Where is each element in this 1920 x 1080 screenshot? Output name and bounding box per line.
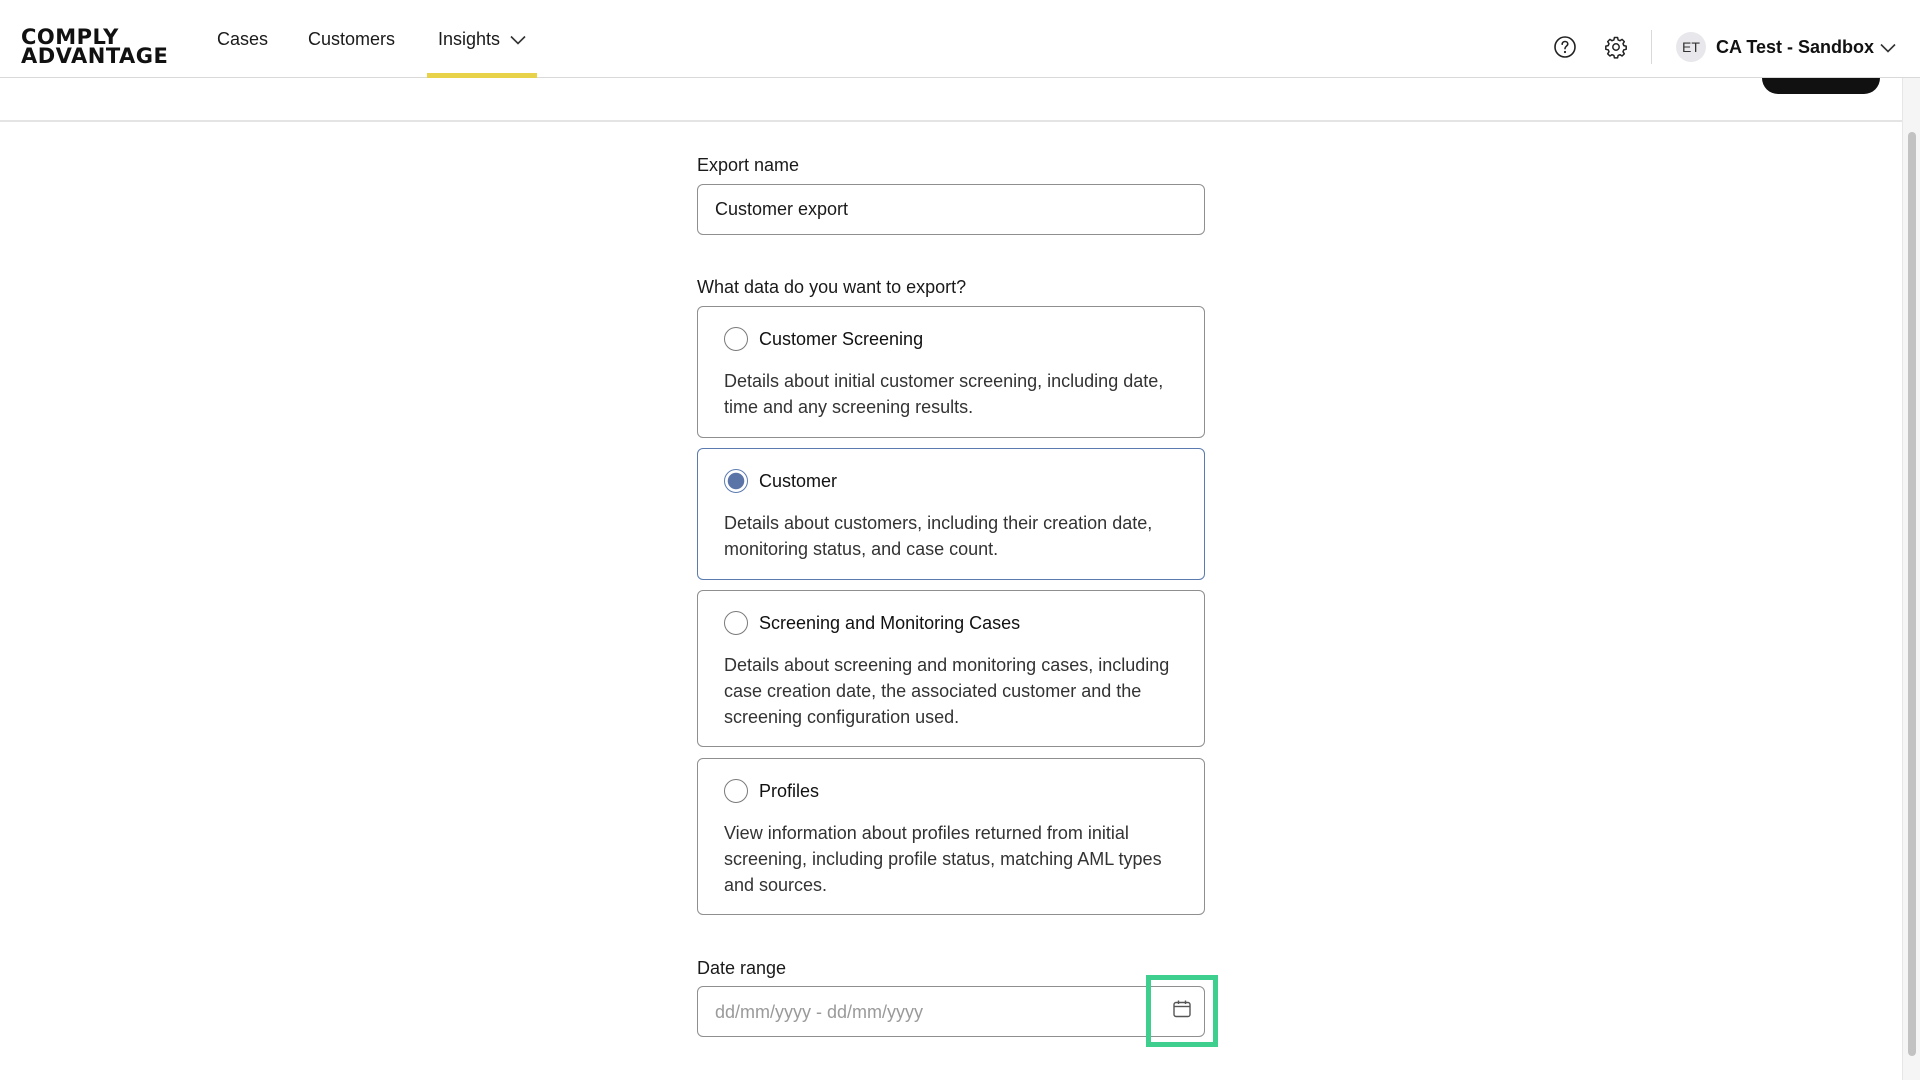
data-type-question: What data do you want to export?	[697, 277, 967, 297]
page-scrollbar[interactable]	[1902, 78, 1920, 1080]
scrollbar-thumb[interactable]	[1908, 132, 1916, 1056]
option-description: Details about initial customer screening…	[724, 371, 1164, 417]
nav-cases[interactable]: Cases	[217, 0, 268, 78]
chevron-down-icon	[510, 29, 526, 50]
date-range-input[interactable]: dd/mm/yyyy - dd/mm/yyyy	[697, 975, 1218, 1047]
active-tab-indicator	[427, 73, 537, 78]
date-range-label: Date range	[697, 958, 787, 978]
date-picker-button[interactable]	[1146, 975, 1218, 1047]
export-name-value: Customer export	[715, 199, 849, 219]
nav-customers[interactable]: Customers	[308, 0, 395, 78]
export-name-label: Export name	[697, 155, 800, 175]
option-title: Profiles	[759, 781, 820, 801]
nav-insights-label: Insights	[438, 28, 501, 49]
option-profiles[interactable]: Profiles View information about profiles…	[697, 758, 1205, 915]
comply-advantage-logo[interactable]: COMPLY ADVANTAGE	[21, 27, 169, 68]
calendar-icon	[1171, 998, 1193, 1025]
header-divider	[1651, 30, 1652, 64]
radio-profiles[interactable]	[724, 779, 748, 803]
option-description: View information about profiles returned…	[724, 823, 1162, 895]
radio-customer-screening[interactable]	[724, 327, 748, 351]
avatar[interactable]: ET	[1676, 32, 1706, 62]
date-range-placeholder: dd/mm/yyyy - dd/mm/yyyy	[715, 1002, 924, 1022]
nav-cases-label: Cases	[217, 28, 269, 49]
logo-line-2: ADVANTAGE	[21, 44, 169, 68]
option-screening-monitoring-cases[interactable]: Screening and Monitoring Cases Details a…	[697, 590, 1205, 747]
gear-icon[interactable]	[1603, 34, 1629, 60]
radio-screening-monitoring-cases[interactable]	[724, 611, 748, 635]
page-header-strip	[0, 78, 1902, 122]
export-name-input[interactable]: Customer export	[697, 184, 1205, 235]
option-title: Screening and Monitoring Cases	[759, 613, 1021, 633]
radio-customer[interactable]	[724, 469, 748, 493]
help-icon[interactable]	[1552, 34, 1578, 60]
option-customer-screening[interactable]: Customer Screening Details about initial…	[697, 306, 1205, 438]
option-title: Customer	[759, 471, 838, 491]
account-name: CA Test - Sandbox	[1716, 36, 1875, 57]
avatar-initials: ET	[1682, 39, 1700, 55]
account-switcher[interactable]: CA Test - Sandbox	[1716, 0, 1874, 94]
nav-customers-label: Customers	[308, 28, 396, 49]
option-description: Details about customers, including their…	[724, 513, 1153, 559]
chevron-down-icon[interactable]	[1880, 40, 1896, 58]
option-description: Details about screening and monitoring c…	[724, 655, 1170, 727]
nav-insights[interactable]: Insights	[427, 0, 537, 78]
top-navigation: COMPLY ADVANTAGE Cases Customers Insight…	[0, 0, 1920, 78]
option-customer[interactable]: Customer Details about customers, includ…	[697, 448, 1205, 580]
option-title: Customer Screening	[759, 329, 924, 349]
